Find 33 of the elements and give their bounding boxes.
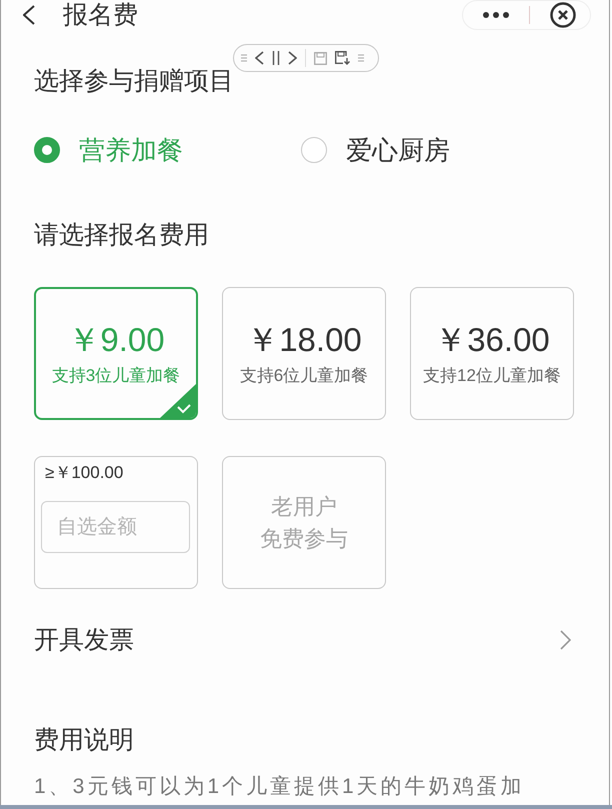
section-heading: 请选择报名费用 bbox=[34, 220, 210, 250]
back-icon[interactable] bbox=[23, 5, 35, 25]
drag-handle-icon[interactable] bbox=[241, 54, 247, 62]
section-heading: 费用说明 bbox=[34, 725, 135, 755]
drag-handle-icon[interactable] bbox=[358, 54, 364, 62]
option-text: 免费参与 bbox=[260, 524, 348, 552]
description-text: 支持6位儿童加餐 bbox=[240, 364, 368, 386]
more-icon[interactable] bbox=[483, 12, 509, 18]
amount-input[interactable]: 自选金额 bbox=[41, 501, 190, 553]
fee-option-card[interactable]: ￥18.00 支持6位儿童加餐 bbox=[222, 287, 386, 420]
minimum-amount-text: ≥￥100.00 bbox=[45, 462, 124, 484]
price-text: ￥9.00 bbox=[67, 320, 165, 358]
note-text: 1、3元钱可以为1个儿童提供1天的牛奶鸡蛋加 bbox=[34, 774, 526, 800]
pause-icon[interactable] bbox=[272, 51, 280, 65]
price-text: ￥36.00 bbox=[434, 320, 550, 358]
price-text: ￥18.00 bbox=[246, 320, 362, 358]
close-icon[interactable] bbox=[550, 2, 576, 28]
page-title: 报名费 bbox=[63, 1, 138, 29]
invoice-label[interactable]: 开具发票 bbox=[34, 625, 134, 655]
check-corner-icon bbox=[160, 384, 196, 418]
radio-button[interactable] bbox=[34, 137, 60, 163]
description-text: 支持12位儿童加餐 bbox=[423, 364, 561, 386]
option-text: 老用户 bbox=[271, 492, 337, 520]
description-text: 支持3位儿童加餐 bbox=[52, 364, 180, 386]
save-download-icon[interactable] bbox=[335, 51, 350, 65]
radio-label: 爱心厨房 bbox=[346, 135, 450, 165]
section-heading: 选择参与捐赠项目 bbox=[34, 66, 235, 96]
custom-amount-card[interactable]: ≥￥100.00 自选金额 bbox=[34, 456, 198, 589]
fee-option-card[interactable]: ￥36.00 支持12位儿童加餐 bbox=[410, 287, 574, 420]
chevron-left-icon[interactable] bbox=[255, 51, 264, 65]
radio-label: 营养加餐 bbox=[79, 135, 183, 165]
chevron-right-icon[interactable] bbox=[288, 51, 297, 65]
radio-button[interactable] bbox=[301, 137, 327, 163]
